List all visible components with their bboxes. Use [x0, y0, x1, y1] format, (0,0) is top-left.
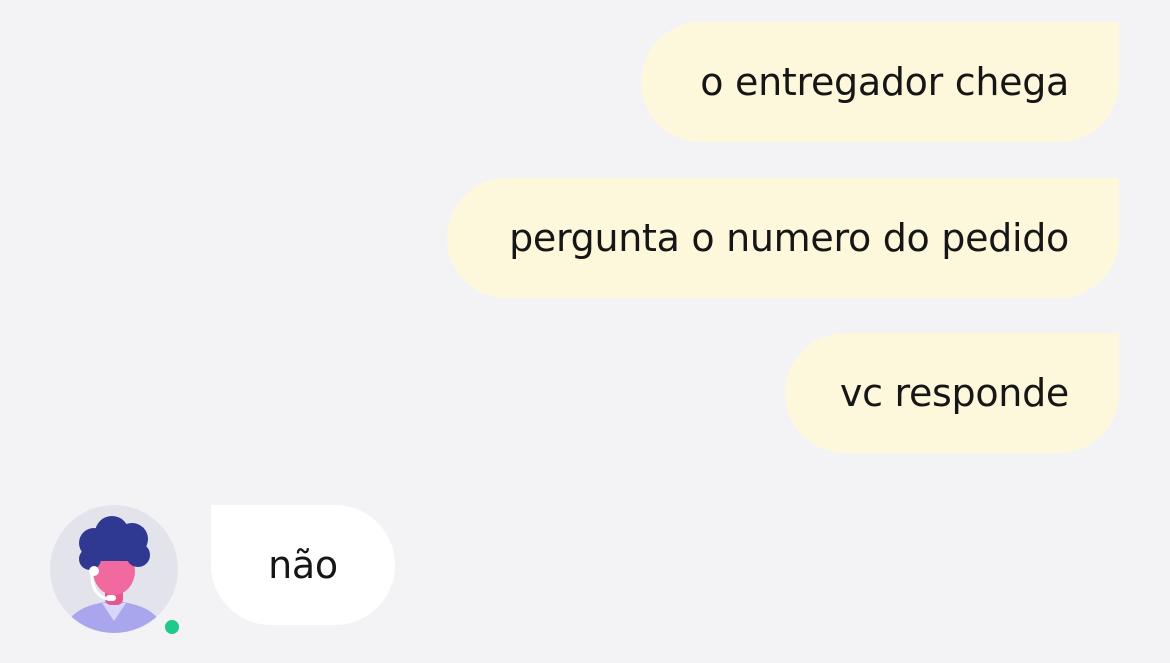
- message-text: vc responde: [839, 371, 1069, 415]
- outgoing-message-bubble[interactable]: vc responde: [785, 333, 1119, 453]
- agent-avatar-icon: [64, 516, 164, 633]
- support-agent-avatar[interactable]: [50, 505, 178, 633]
- message-text: pergunta o numero do pedido: [509, 216, 1069, 260]
- online-status-indicator: [163, 618, 181, 636]
- outgoing-message-bubble[interactable]: o entregador chega: [641, 22, 1119, 142]
- incoming-message-bubble[interactable]: não: [211, 505, 395, 625]
- message-text: o entregador chega: [700, 60, 1069, 104]
- message-text: não: [268, 543, 338, 587]
- outgoing-message-bubble[interactable]: pergunta o numero do pedido: [447, 178, 1119, 298]
